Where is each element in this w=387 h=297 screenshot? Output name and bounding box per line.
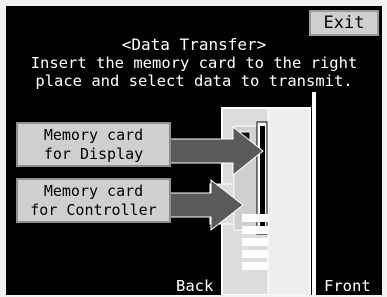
front-label: Front xyxy=(324,277,371,295)
memory-card-controller-button[interactable]: Memory card for Controller xyxy=(16,178,171,223)
memory-card-display-button[interactable]: Memory card for Display xyxy=(16,122,171,167)
back-label: Back xyxy=(176,277,214,295)
data-transfer-screen: Exit <Data Transfer> Insert the memory c… xyxy=(6,6,382,295)
memory-card-controller-line2: for Controller xyxy=(30,201,157,219)
memory-card-display-line1: Memory card xyxy=(43,126,144,144)
memory-card-display-line2: for Display xyxy=(43,145,144,163)
device-front-panel xyxy=(267,107,311,295)
front-divider-line xyxy=(312,92,316,295)
memory-card-controller-line1: Memory card xyxy=(43,182,144,200)
